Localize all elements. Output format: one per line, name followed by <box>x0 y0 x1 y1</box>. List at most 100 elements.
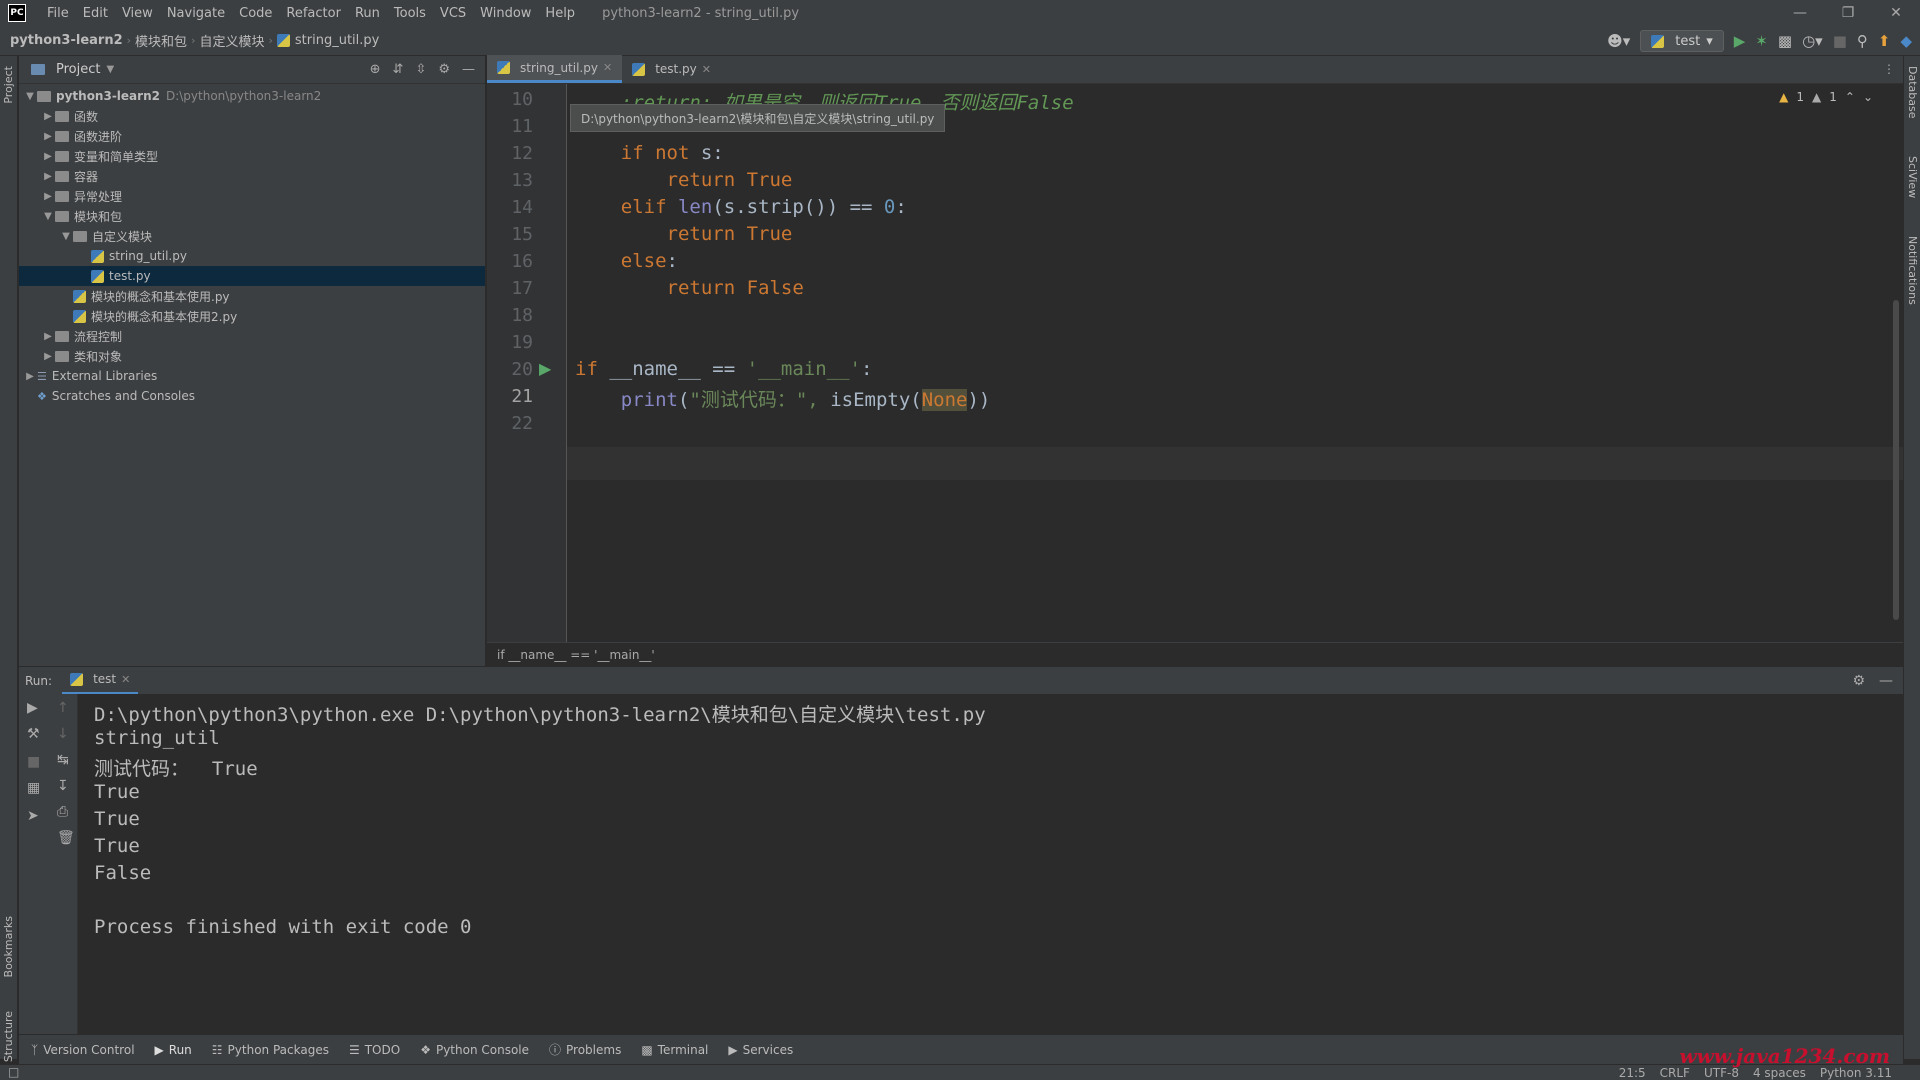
collapse-all-icon[interactable]: ⇳ <box>415 62 426 77</box>
tree-item-scratches[interactable]: ❖ Scratches and Consoles <box>19 386 485 406</box>
tree-item-file-selected[interactable]: test.py <box>19 266 485 286</box>
tree-item-file[interactable]: 模块的概念和基本使用.py <box>19 286 485 306</box>
project-view-select[interactable]: Project <box>56 62 100 77</box>
tree-item-root[interactable]: ▼ python3-learn2 D:\python\python3-learn… <box>19 86 485 106</box>
debug-icon[interactable]: ✶ <box>1755 32 1768 50</box>
tree-item-folder[interactable]: ▶ 容器 <box>19 166 485 186</box>
profile-icon[interactable]: ◷▾ <box>1802 32 1823 50</box>
menu-help[interactable]: Help <box>538 6 582 21</box>
restore-button[interactable]: ❐ <box>1824 0 1872 26</box>
print-icon[interactable]: ⎙ <box>57 804 68 820</box>
tree-item-file[interactable]: 模块的概念和基本使用2.py <box>19 306 485 326</box>
breadcrumb-subfolder[interactable]: 自定义模块 <box>195 31 268 50</box>
menu-code[interactable]: Code <box>232 6 279 21</box>
chevron-right-icon[interactable]: ▶ <box>41 131 55 142</box>
tree-item-file[interactable]: string_util.py <box>19 246 485 266</box>
run-icon[interactable]: ▶ <box>1734 32 1746 50</box>
locate-icon[interactable]: ⊕ <box>370 62 381 77</box>
breadcrumb-file[interactable]: string_util.py <box>273 33 383 48</box>
tool-services[interactable]: ▶ Services <box>728 1043 793 1057</box>
tab-test[interactable]: test.py ✕ <box>622 55 721 83</box>
database-tool-tab[interactable]: Database <box>1906 66 1919 119</box>
tab-string-util[interactable]: string_util.py ✕ <box>487 55 623 83</box>
rerun-icon[interactable]: ▶ <box>27 700 38 716</box>
tool-run[interactable]: ▶ Run <box>155 1043 192 1057</box>
tree-item-folder[interactable]: ▶ 函数进阶 <box>19 126 485 146</box>
expand-all-icon[interactable]: ⇵ <box>393 62 404 77</box>
hide-icon[interactable]: — <box>1879 673 1893 689</box>
run-gutter-icon[interactable]: ▶ <box>539 359 551 378</box>
layout-icon[interactable]: ▦ <box>27 780 40 796</box>
scroll-to-end-icon[interactable]: ↧ <box>57 778 69 794</box>
code-breadcrumb[interactable]: if __name__ == '__main__' <box>487 642 1903 666</box>
python-interpreter[interactable]: Python 3.11 <box>1820 1066 1892 1080</box>
breadcrumb-project[interactable]: python3-learn2 <box>0 33 127 48</box>
code-editor[interactable]: 10 11 12 13 14 15 16 17 18 19 20 21 22 ▶… <box>487 84 1903 642</box>
trash-icon[interactable]: 🗑 <box>57 830 75 846</box>
chevron-down-icon[interactable]: ⌄ <box>1863 90 1873 104</box>
close-icon[interactable]: ✕ <box>603 61 612 74</box>
chevron-right-icon[interactable]: ▶ <box>41 151 55 162</box>
soft-wrap-icon[interactable]: ↹ <box>57 752 69 768</box>
pin-icon[interactable]: ➤ <box>27 808 39 824</box>
chevron-right-icon[interactable]: ▶ <box>41 171 55 182</box>
breadcrumb-folder[interactable]: 模块和包 <box>131 31 191 50</box>
menu-edit[interactable]: Edit <box>76 6 115 21</box>
chevron-down-icon[interactable]: ▼ <box>23 91 37 102</box>
run-tab-test[interactable]: test ✕ <box>62 667 139 695</box>
tool-version-control[interactable]: ᛉ Version Control <box>31 1043 135 1057</box>
menu-refactor[interactable]: Refactor <box>279 6 348 21</box>
run-config-select[interactable]: test ▾ <box>1640 30 1724 52</box>
update-icon[interactable]: ⬆ <box>1878 32 1891 50</box>
close-icon[interactable]: ✕ <box>702 63 711 76</box>
tool-python-packages[interactable]: ☷ Python Packages <box>212 1043 329 1057</box>
chevron-right-icon[interactable]: ▶ <box>23 371 37 382</box>
file-encoding[interactable]: UTF-8 <box>1704 1066 1739 1080</box>
line-separator[interactable]: CRLF <box>1660 1066 1690 1080</box>
tree-item-folder[interactable]: ▶ 流程控制 <box>19 326 485 346</box>
chevron-down-icon[interactable]: ▼ <box>106 64 114 75</box>
inspection-widget[interactable]: ▲ 1 ▲ 1 ⌃ ⌄ <box>1779 90 1873 104</box>
notifications-tool-tab[interactable]: Notifications <box>1906 236 1919 305</box>
editor-scrollbar[interactable] <box>1893 300 1899 620</box>
menu-run[interactable]: Run <box>348 6 387 21</box>
arrow-up-icon[interactable]: ↑ <box>57 700 69 716</box>
hide-icon[interactable]: — <box>462 62 475 77</box>
chevron-right-icon[interactable]: ▶ <box>41 111 55 122</box>
close-icon[interactable]: ✕ <box>121 673 130 686</box>
layout-icon[interactable]: □ <box>8 1065 19 1079</box>
menu-tools[interactable]: Tools <box>387 6 433 21</box>
chevron-right-icon[interactable]: ▶ <box>41 191 55 202</box>
coverage-icon[interactable]: ▩ <box>1778 32 1792 50</box>
minimize-button[interactable]: — <box>1776 0 1824 26</box>
more-icon[interactable]: ⋮ <box>1883 62 1895 76</box>
tool-python-console[interactable]: ❖ Python Console <box>420 1043 529 1057</box>
menu-view[interactable]: View <box>115 6 160 21</box>
tool-problems[interactable]: ⓘ Problems <box>549 1041 621 1058</box>
jetbrains-icon[interactable]: ◆ <box>1900 32 1912 50</box>
gear-icon[interactable]: ⚙ <box>1852 673 1865 689</box>
indent-setting[interactable]: 4 spaces <box>1753 1066 1806 1080</box>
sciview-tool-tab[interactable]: SciView <box>1906 156 1919 198</box>
tree-item-folder[interactable]: ▶ 函数 <box>19 106 485 126</box>
close-window-button[interactable]: ✕ <box>1872 0 1920 26</box>
structure-tool-tab[interactable]: Structure <box>2 1011 15 1062</box>
tree-item-folder[interactable]: ▶ 变量和简单类型 <box>19 146 485 166</box>
tree-item-folder[interactable]: ▼ 模块和包 <box>19 206 485 226</box>
menu-window[interactable]: Window <box>473 6 538 21</box>
menu-navigate[interactable]: Navigate <box>160 6 232 21</box>
search-icon[interactable]: ⚲ <box>1857 32 1868 50</box>
menu-file[interactable]: File <box>40 6 76 21</box>
tree-item-folder[interactable]: ▼ 自定义模块 <box>19 226 485 246</box>
gear-icon[interactable]: ⚙ <box>438 62 450 77</box>
tool-todo[interactable]: ☰ TODO <box>349 1043 400 1057</box>
wrench-icon[interactable]: ⚒ <box>27 726 40 742</box>
tree-item-external-libraries[interactable]: ▶ ☰ External Libraries <box>19 366 485 386</box>
chevron-down-icon[interactable]: ▼ <box>59 231 73 242</box>
project-tool-tab[interactable]: Project <box>2 66 15 104</box>
chevron-right-icon[interactable]: ▶ <box>41 331 55 342</box>
stop-icon[interactable]: ■ <box>1833 32 1847 50</box>
tree-item-folder[interactable]: ▶ 类和对象 <box>19 346 485 366</box>
bookmarks-tool-tab[interactable]: Bookmarks <box>2 916 15 977</box>
stop-icon[interactable]: ■ <box>27 754 40 770</box>
